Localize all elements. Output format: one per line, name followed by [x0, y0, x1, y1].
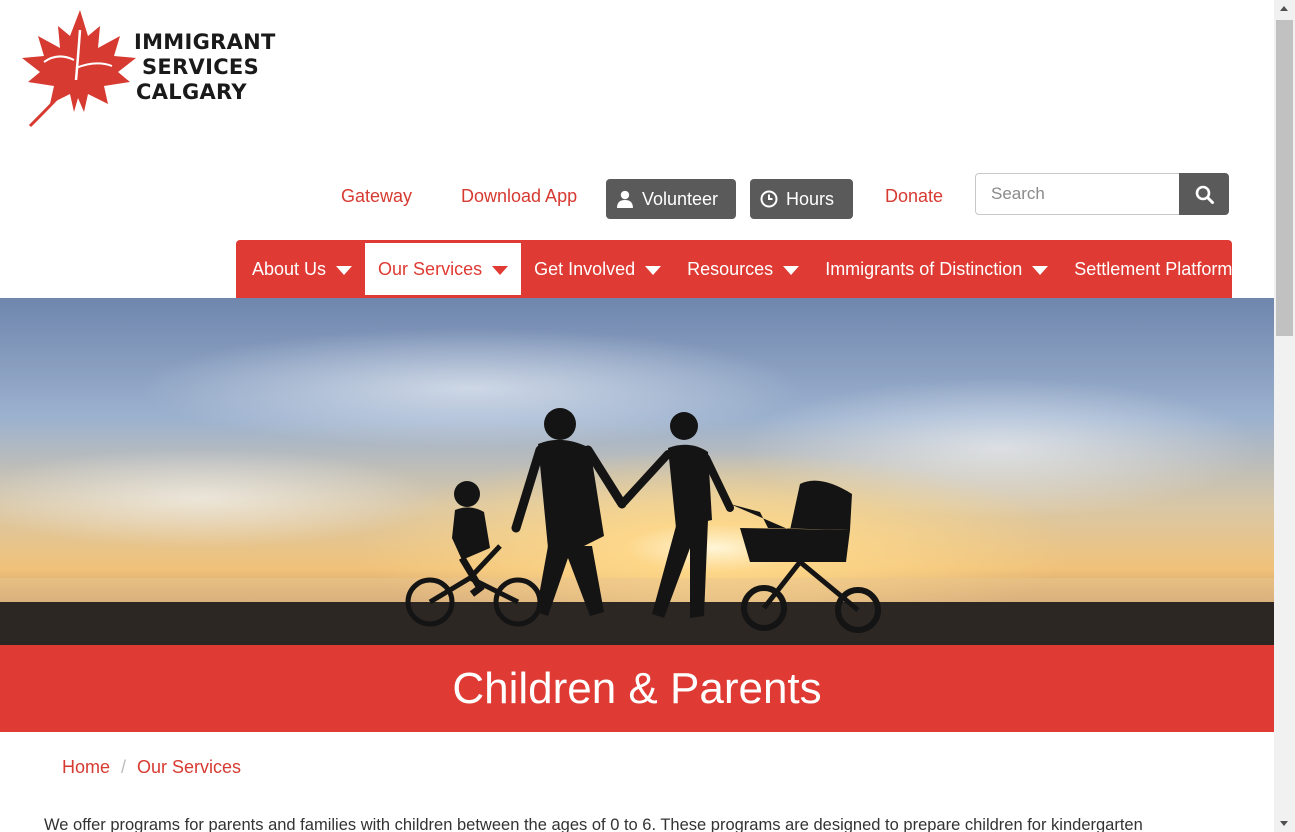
scroll-down-arrow-icon[interactable] [1280, 821, 1288, 826]
page: IMMIGRANT SERVICES CALGARY Gateway Downl… [0, 0, 1274, 832]
nav-label: Our Services [378, 258, 483, 279]
caret-down-icon [783, 265, 800, 275]
caret-down-icon [645, 265, 662, 275]
page-title: Children & Parents [452, 663, 822, 713]
nav-item-immigrants-of-distinction[interactable]: Immigrants of Distinction [812, 243, 1061, 295]
scroll-up-arrow-icon[interactable] [1280, 6, 1288, 11]
search-form [975, 173, 1229, 215]
breadcrumb: Home / Our Services [62, 757, 241, 778]
hours-button[interactable]: Hours [750, 179, 853, 219]
download-app-link[interactable]: Download App [461, 186, 577, 207]
page-title-band: Children & Parents [0, 645, 1274, 732]
nav-item-our-services[interactable]: Our Services [365, 243, 522, 295]
logo-line-1: IMMIGRANT [134, 30, 276, 54]
nav-item-get-involved[interactable]: Get Involved [521, 243, 674, 295]
nav-item-resources[interactable]: Resources [674, 243, 812, 295]
nav-item-settlement-platform[interactable]: Settlement Platform [1061, 243, 1245, 295]
nav-label: Immigrants of Distinction [825, 258, 1023, 279]
volunteer-label: Volunteer [641, 188, 718, 209]
hours-label: Hours [786, 188, 835, 209]
logo-line-3: CALGARY [136, 80, 247, 104]
hero-image [0, 298, 1274, 645]
breadcrumb-separator: / [121, 757, 127, 777]
user-icon [616, 190, 633, 208]
intro-paragraph: We offer programs for parents and famili… [44, 816, 1143, 832]
scrollbar[interactable] [1274, 0, 1295, 832]
nav-label: Resources [687, 258, 774, 279]
logo-text: IMMIGRANT SERVICES CALGARY [134, 30, 276, 105]
search-icon [1195, 185, 1214, 204]
scrollbar-thumb[interactable] [1276, 20, 1293, 336]
nav-label: Get Involved [534, 258, 636, 279]
search-input[interactable] [975, 173, 1180, 215]
gateway-link[interactable]: Gateway [341, 186, 412, 207]
caret-down-icon [336, 265, 353, 275]
volunteer-button[interactable]: Volunteer [606, 179, 736, 219]
clock-icon [760, 190, 778, 208]
nav-label: About Us [252, 258, 327, 279]
donate-link[interactable]: Donate [885, 186, 943, 207]
breadcrumb-our-services[interactable]: Our Services [137, 757, 241, 778]
maple-leaf-icon [22, 10, 136, 128]
breadcrumb-home[interactable]: Home [62, 757, 110, 778]
hero-illustration [0, 298, 1274, 645]
main-nav: About Us Our Services Get Involved Resou… [236, 240, 1232, 298]
nav-item-about-us[interactable]: About Us [239, 243, 365, 295]
nav-label: Settlement Platform [1074, 258, 1233, 279]
utility-bar: Gateway Download App Volunteer Hours Don… [0, 172, 1274, 220]
caret-down-icon [492, 265, 509, 275]
search-button[interactable] [1179, 173, 1229, 215]
site-logo[interactable]: IMMIGRANT SERVICES CALGARY [18, 8, 278, 130]
caret-down-icon [1032, 265, 1049, 275]
logo-line-2: SERVICES [142, 55, 259, 79]
